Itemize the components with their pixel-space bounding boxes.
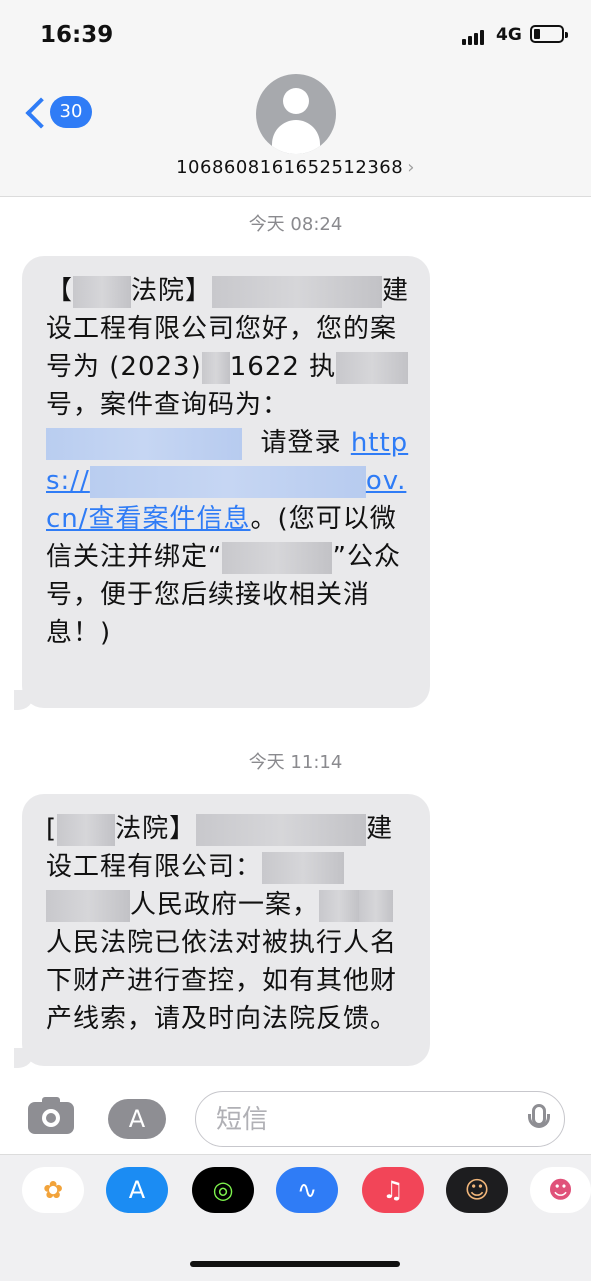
signal-icon [462,26,486,45]
home-indicator[interactable] [190,1261,400,1267]
message-text: [法院】 建设工程有限公司：人民政府一案，人民法院已依法对被执行人名下财产进行查控… [46,813,398,1034]
music-icon[interactable]: ♫ [362,1167,424,1213]
status-bar: 16:39 4G [0,0,591,70]
status-time: 16:39 [40,22,114,48]
message-timestamp: 今天 11:14 [248,752,343,773]
message-bubble[interactable]: [法院】 建设工程有限公司：人民政府一案，人民法院已依法对被执行人名下财产进行查控… [22,794,430,1066]
voice-memo-icon[interactable]: ∿ [276,1167,338,1213]
back-button[interactable]: 30 [24,96,104,132]
app-store-drawer-icon[interactable]: A [106,1167,168,1213]
message-bubble[interactable]: 【法院】 建设工程有限公司您好，您的案号为 (2023) 1622 执号，案件查询码… [22,256,430,708]
contact-name[interactable]: 1068608161652512368 › [0,157,591,178]
redacted-block [212,275,383,308]
redacted-block [262,851,345,884]
message-input-field[interactable] [195,1091,565,1147]
camera-icon[interactable] [28,1097,74,1134]
memoji-icon[interactable]: ☺ [446,1167,508,1213]
network-type: 4G [496,25,522,45]
redacted-block [196,813,367,846]
bubble-tail [14,1048,34,1068]
message-input[interactable] [214,1100,508,1140]
person-icon [283,88,309,114]
bubble-tail [14,690,34,710]
battery-icon [530,25,568,43]
message-timestamp: 今天 08:24 [248,214,343,235]
redacted-block [73,275,132,308]
message-text: 【法院】 建设工程有限公司您好，您的案号为 (2023) 1622 执号，案件查询码… [46,275,410,648]
photos-icon[interactable]: ✿ [22,1167,84,1213]
redacted-link [89,465,366,498]
chevron-right-icon: › [407,157,415,178]
redacted-block [319,889,360,922]
contact-avatar[interactable] [256,74,336,154]
redacted-block [46,889,130,922]
unread-count-badge: 30 [50,96,92,128]
conversation-header: 30 1068608161652512368 › [0,70,591,197]
app-drawer: ✿ A ◎ ∿ ♫ ☺ ☻ [0,1154,591,1281]
memoji-stickers-icon[interactable]: ☻ [530,1167,591,1213]
redacted-block [336,351,409,384]
app-store-icon[interactable]: A [108,1099,166,1139]
redacted-block [57,813,116,846]
contact-number: 1068608161652512368 [176,157,404,178]
redacted-code [46,427,242,460]
redacted-block [359,889,394,922]
redacted-block [201,351,230,384]
activity-rings-icon[interactable]: ◎ [192,1167,254,1213]
redacted-block [222,541,333,574]
compose-bar: A [0,1082,591,1154]
